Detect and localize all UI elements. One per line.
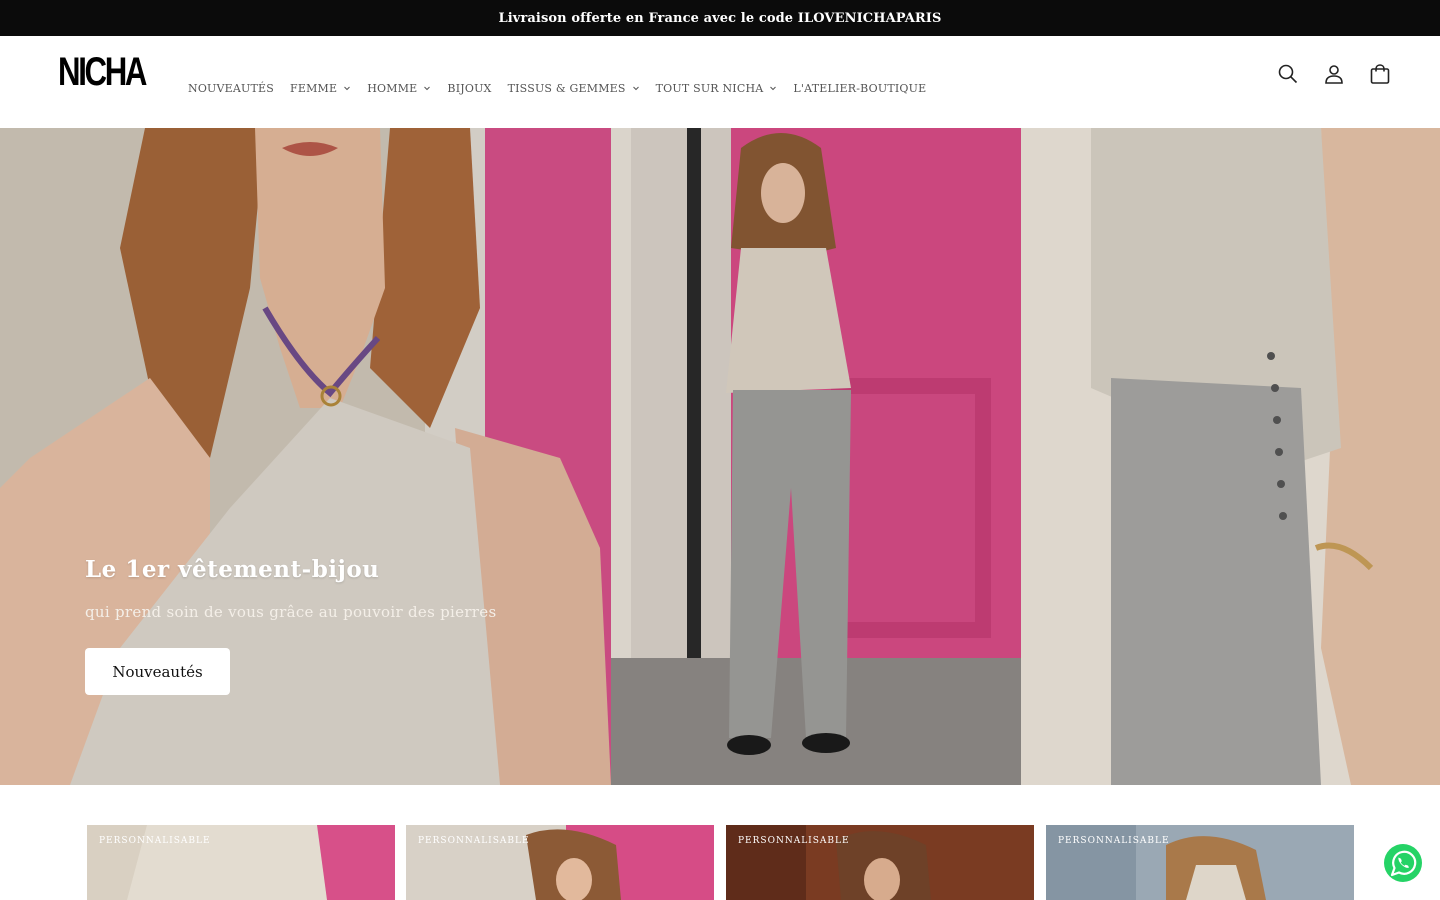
nav-label: HOMME [367,81,418,95]
nav-item-tissus-gemmes[interactable]: TISSUS & GEMMES [500,82,648,95]
hero-cta-button[interactable]: Nouveautés [85,648,230,695]
product-badge: PERSONNALISABLE [99,836,211,846]
hero-subtitle: qui prend soin de vous grâce au pouvoir … [85,603,497,621]
nav-label: NOUVEAUTÉS [188,81,275,95]
hero-image-right [1021,128,1440,785]
product-badge: PERSONNALISABLE [418,836,530,846]
chevron-down-icon [632,84,640,92]
product-card[interactable]: PERSONNALISABLE [87,825,395,900]
nav-item-atelier-boutique[interactable]: L'ATELIER-BOUTIQUE [785,82,934,95]
nav-item-tout-sur-nicha[interactable]: TOUT SUR NICHA [648,82,786,95]
nav-label: L'ATELIER-BOUTIQUE [793,81,927,95]
product-card[interactable]: PERSONNALISABLE [406,825,714,900]
account-icon[interactable] [1322,62,1346,86]
whatsapp-button[interactable] [1380,840,1426,886]
nav-label: TISSUS & GEMMES [507,81,626,95]
chevron-down-icon [343,84,351,92]
cart-icon[interactable] [1368,62,1392,86]
hero-banner: Le 1er vêtement-bijou qui prend soin de … [0,128,1440,785]
site-header: NICHA NOUVEAUTÉS FEMME HOMME BIJOUX TISS… [0,36,1440,128]
product-badge: PERSONNALISABLE [1058,836,1170,846]
header-icons [1276,62,1392,86]
nav-item-homme[interactable]: HOMME [359,82,439,95]
announcement-bar: Livraison offerte en France avec le code… [0,0,1440,36]
chevron-down-icon [423,84,431,92]
logo[interactable]: NICHA [58,52,147,92]
nav-label: TOUT SUR NICHA [655,81,764,95]
product-card[interactable]: PERSONNALISABLE [1046,825,1354,900]
hero-image-center [611,128,1021,785]
nav-label: BIJOUX [447,81,492,95]
main-nav: NOUVEAUTÉS FEMME HOMME BIJOUX TISSUS & G… [180,80,934,96]
nav-label: FEMME [290,81,338,95]
chevron-down-icon [769,84,777,92]
product-grid: PERSONNALISABLE PERSONNALISABLE PERSONNA… [87,825,1354,900]
nav-item-nouveautes[interactable]: NOUVEAUTÉS [180,82,282,95]
search-icon[interactable] [1276,62,1300,86]
product-card[interactable]: PERSONNALISABLE [726,825,1034,900]
announcement-text: Livraison offerte en France avec le code… [498,10,942,26]
whatsapp-icon [1381,841,1425,885]
nav-item-bijoux[interactable]: BIJOUX [439,82,499,95]
product-badge: PERSONNALISABLE [738,836,850,846]
hero-title: Le 1er vêtement-bijou [85,556,380,583]
nav-item-femme[interactable]: FEMME [282,82,359,95]
